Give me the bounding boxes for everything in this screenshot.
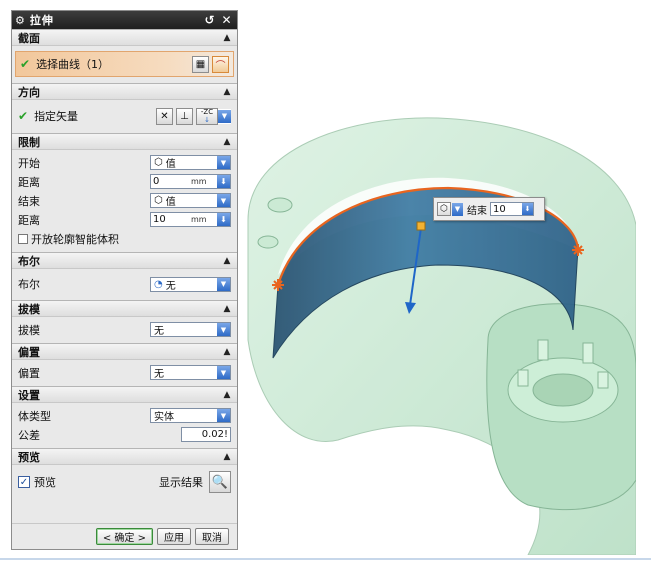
end-distance-input[interactable]: 10 mm ⬇ bbox=[150, 212, 231, 227]
reset-icon[interactable]: ↺ bbox=[202, 13, 217, 27]
check-icon: ✔ bbox=[18, 109, 29, 123]
section-header-settings[interactable]: 设置 ▲ bbox=[12, 386, 237, 403]
chevron-down-icon[interactable]: ▼ bbox=[452, 202, 463, 216]
end-label: 结束 bbox=[467, 205, 487, 217]
select-curve-label: 选择曲线（1） bbox=[36, 58, 110, 71]
body-type-select[interactable]: 实体 ▼ bbox=[150, 408, 231, 423]
dialog-button-bar: < 确定 > 应用 取消 bbox=[12, 523, 237, 549]
dialog-title: 拉伸 bbox=[29, 14, 54, 27]
chevron-down-icon: ▼ bbox=[217, 323, 230, 336]
show-result-magnifier-icon[interactable]: 🔍 bbox=[209, 471, 231, 493]
extrude-dialog: ⚙ 拉伸 ↺ ✕ 截面 ▲ ✔ 选择曲线（1） ▦ ⌒ 方向 ▲ ✔ 指定矢量 … bbox=[11, 10, 238, 550]
graphics-viewport[interactable] bbox=[238, 10, 636, 555]
section-header-limits[interactable]: 限制 ▲ bbox=[12, 133, 237, 150]
reverse-direction-icon[interactable]: ✕ bbox=[156, 107, 173, 125]
collapse-icon[interactable]: ▲ bbox=[221, 451, 233, 463]
section-body-direction: ✔ 指定矢量 ✕ ⊥ -ZC ↓ ▼ bbox=[12, 100, 237, 133]
vector-option-button[interactable]: -ZC ↓ bbox=[196, 107, 218, 125]
tolerance-label: 公差 bbox=[18, 428, 40, 442]
specify-vector-label: 指定矢量 bbox=[34, 110, 79, 123]
collapse-icon[interactable]: ▲ bbox=[221, 303, 233, 315]
chevron-down-icon: ▼ bbox=[217, 277, 230, 291]
section-header-offset[interactable]: 偏置 ▲ bbox=[12, 343, 237, 360]
end-label: 结束 bbox=[18, 194, 40, 208]
settings-gear-icon[interactable]: ⚙ bbox=[15, 14, 25, 27]
collapse-icon[interactable]: ▲ bbox=[221, 136, 233, 148]
dialog-titlebar: ⚙ 拉伸 ↺ ✕ bbox=[12, 11, 237, 29]
collapse-icon[interactable]: ▲ bbox=[221, 86, 233, 98]
section-header-draft[interactable]: 拔模 ▲ bbox=[12, 300, 237, 317]
offset-label: 偏置 bbox=[18, 366, 40, 380]
start-label: 开始 bbox=[18, 156, 40, 170]
section-header-preview[interactable]: 预览 ▲ bbox=[12, 448, 237, 465]
boolean-select[interactable]: ◔ 无 ▼ bbox=[150, 276, 231, 292]
end-distance-label: 距离 bbox=[18, 213, 40, 227]
preview-label: 预览 bbox=[34, 476, 56, 489]
section-body-limits: 开始 ⬡ 值 ▼ 距离 0 mm ⬇ 结束 ⬡ 值 ▼ 距离 10 mm ⬇ 开… bbox=[12, 150, 237, 252]
section-header-boolean[interactable]: 布尔 ▲ bbox=[12, 252, 237, 269]
start-distance-input[interactable]: 0 mm ⬇ bbox=[150, 174, 231, 189]
cancel-button[interactable]: 取消 bbox=[195, 528, 229, 545]
end-value-input[interactable]: 10 ⬇ bbox=[490, 202, 534, 216]
tolerance-input[interactable]: 0.02! bbox=[181, 427, 231, 442]
collapse-icon[interactable]: ▲ bbox=[221, 389, 233, 401]
sketch-section-icon[interactable]: ▦ bbox=[192, 55, 209, 73]
part-post bbox=[267, 197, 293, 213]
model-canvas[interactable] bbox=[238, 10, 636, 555]
apply-button[interactable]: 应用 bbox=[157, 528, 191, 545]
spinner-down-icon[interactable]: ⬇ bbox=[522, 203, 533, 215]
spinner-down-icon[interactable]: ⬇ bbox=[217, 175, 230, 188]
dynamic-end-input[interactable]: ⬡ ▼ 结束 10 ⬇ bbox=[433, 197, 545, 221]
start-distance-label: 距离 bbox=[18, 175, 40, 189]
chevron-down-icon: ▼ bbox=[217, 194, 230, 207]
offset-select[interactable]: 无 ▼ bbox=[150, 365, 231, 380]
body-type-label: 体类型 bbox=[18, 409, 51, 423]
show-result-label: 显示结果 bbox=[159, 476, 203, 489]
cube-icon[interactable]: ⬡ bbox=[437, 202, 451, 216]
draft-label: 拔模 bbox=[18, 323, 40, 337]
collapse-icon[interactable]: ▲ bbox=[221, 346, 233, 358]
page-bottom-rule bbox=[0, 558, 651, 560]
vector-dialog-icon[interactable]: ⊥ bbox=[176, 107, 193, 125]
section-body-preview: ✓ 预览 显示结果 🔍 bbox=[12, 465, 237, 500]
end-select[interactable]: ⬡ 值 ▼ bbox=[150, 193, 231, 208]
collapse-icon[interactable]: ▲ bbox=[221, 32, 233, 44]
preview-checkbox[interactable]: ✓ bbox=[18, 476, 30, 488]
cube-icon: ⬡ bbox=[154, 157, 163, 168]
section-body-settings: 体类型 实体 ▼ 公差 0.02! bbox=[12, 403, 237, 448]
boolean-label: 布尔 bbox=[18, 278, 40, 291]
section-body-draft: 拔模 无 ▼ bbox=[12, 317, 237, 343]
section-body-boolean: 布尔 ◔ 无 ▼ bbox=[12, 269, 237, 300]
chevron-down-icon: ▼ bbox=[217, 409, 230, 422]
close-icon[interactable]: ✕ bbox=[219, 13, 234, 27]
start-select[interactable]: ⬡ 值 ▼ bbox=[150, 155, 231, 170]
section-body-section: ✔ 选择曲线（1） ▦ ⌒ bbox=[12, 46, 237, 83]
boolean-icon: ◔ bbox=[154, 278, 163, 290]
chevron-down-icon: ▼ bbox=[217, 156, 230, 169]
open-profile-checkbox[interactable] bbox=[18, 233, 28, 244]
section-body-offset: 偏置 无 ▼ bbox=[12, 360, 237, 386]
section-header-direction[interactable]: 方向 ▲ bbox=[12, 83, 237, 100]
vector-dropdown-arrow[interactable]: ▼ bbox=[218, 108, 231, 124]
check-icon: ✔ bbox=[20, 57, 31, 71]
part-boss-inner bbox=[532, 373, 594, 407]
open-profile-label: 开放轮廓智能体积 bbox=[31, 232, 119, 246]
part-post bbox=[257, 235, 279, 249]
chevron-down-icon: ▼ bbox=[217, 366, 230, 379]
ok-button[interactable]: < 确定 > bbox=[95, 528, 153, 545]
spinner-down-icon[interactable]: ⬇ bbox=[217, 213, 230, 226]
section-header-section[interactable]: 截面 ▲ bbox=[12, 29, 237, 46]
draft-select[interactable]: 无 ▼ bbox=[150, 322, 231, 337]
cube-icon: ⬡ bbox=[154, 195, 163, 206]
select-curve-row[interactable]: ✔ 选择曲线（1） ▦ ⌒ bbox=[15, 51, 234, 77]
collapse-icon[interactable]: ▲ bbox=[221, 255, 233, 267]
curve-select-icon[interactable]: ⌒ bbox=[212, 55, 229, 73]
